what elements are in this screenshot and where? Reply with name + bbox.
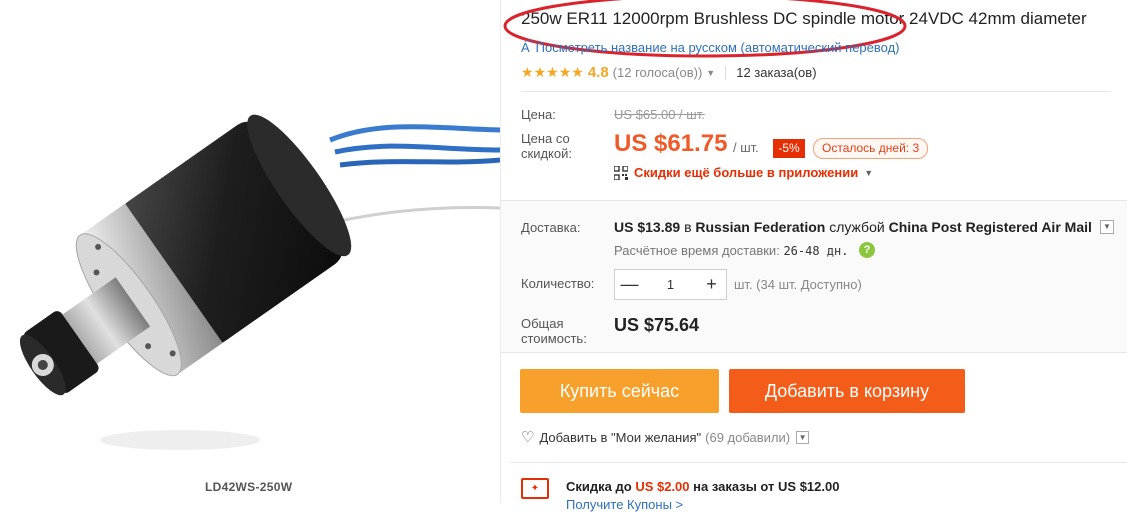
product-title: 250w ER11 12000rpm Brushless DC spindle … bbox=[521, 9, 1087, 28]
divider bbox=[510, 462, 1127, 463]
star-icon: ★ bbox=[521, 64, 534, 80]
divider bbox=[521, 91, 1111, 92]
shipping-dropdown-chevron-icon[interactable]: ▼ bbox=[1100, 220, 1114, 234]
help-icon[interactable]: ? bbox=[859, 242, 875, 258]
quantity-input[interactable]: 1 bbox=[644, 277, 697, 292]
total-price: US $75.64 bbox=[614, 315, 700, 335]
shipping-country: Russian Federation bbox=[695, 219, 826, 235]
price-unit: / шт. bbox=[733, 140, 759, 155]
divider bbox=[500, 352, 1127, 353]
wishlist-count: (69 добавили) bbox=[705, 429, 791, 445]
discount-badge: -5% bbox=[773, 139, 805, 158]
app-discount-text: Скидки ещё больше в приложении bbox=[634, 165, 859, 180]
coupon-icon: ✦ bbox=[521, 478, 549, 499]
shipping-label: Доставка: bbox=[521, 220, 581, 235]
chevron-down-icon[interactable]: ▼ bbox=[706, 68, 715, 78]
add-to-wishlist-link[interactable]: ♡ Добавить в "Мои желания" (69 добавили)… bbox=[521, 428, 810, 446]
days-left-badge: Осталось дней: 3 bbox=[813, 138, 929, 159]
star-icon: ★ bbox=[571, 64, 584, 80]
image-caption: LD42WS-250W bbox=[205, 480, 293, 494]
product-image[interactable] bbox=[0, 0, 500, 503]
price-label: Цена: bbox=[521, 107, 556, 122]
rating-row: ★★★★★ 4.8 (12 голоса(ов)) ▼ 12 заказа(ов… bbox=[521, 64, 817, 81]
shipping-option[interactable]: US $13.89 в Russian Federation службой C… bbox=[614, 219, 1092, 235]
star-icon: ★ bbox=[546, 64, 559, 80]
coupon-amount: US $2.00 bbox=[635, 479, 690, 494]
spindle-motor-illustration bbox=[19, 114, 500, 450]
coupon-prefix: Скидка до bbox=[566, 479, 632, 494]
wishlist-text: Добавить в "Мои желания" bbox=[539, 429, 702, 445]
discount-price: US $61.75 bbox=[614, 130, 728, 157]
add-to-cart-button[interactable]: Добавить в корзину bbox=[729, 369, 965, 413]
buy-now-button[interactable]: Купить сейчас bbox=[520, 369, 719, 413]
original-price: US $65.00 / шт. bbox=[614, 107, 705, 122]
rating-votes-link[interactable]: (12 голоса(ов)) bbox=[613, 65, 703, 80]
shipping-carrier: China Post Registered Air Mail bbox=[888, 219, 1092, 235]
shipping-in-text: в bbox=[684, 219, 692, 235]
rating-value: 4.8 bbox=[587, 64, 609, 81]
app-discount-link[interactable]: Скидки ещё больше в приложении ▼ bbox=[614, 165, 873, 180]
chevron-down-icon: ▼ bbox=[864, 167, 874, 178]
quantity-decrease-button[interactable]: — bbox=[615, 270, 644, 299]
quantity-available: шт. (34 шт. Доступно) bbox=[734, 277, 862, 292]
quantity-label: Количество: bbox=[521, 276, 595, 291]
total-label: Общая стоимость: bbox=[521, 316, 587, 346]
chevron-down-icon[interactable]: ▼ bbox=[796, 430, 810, 444]
rating-stars: ★★★★★ bbox=[521, 64, 584, 81]
shipping-cost: US $13.89 bbox=[614, 219, 681, 235]
shipping-service-text: службой bbox=[829, 219, 885, 235]
separator bbox=[725, 65, 727, 80]
qr-code-icon bbox=[614, 165, 628, 180]
star-icon: ★ bbox=[533, 64, 547, 80]
translate-link-text: Посмотреть название на русском (автомати… bbox=[535, 40, 900, 55]
translate-icon: A͡ bbox=[521, 40, 530, 55]
heart-icon: ♡ bbox=[521, 429, 535, 446]
discount-price-label: Цена со скидкой: bbox=[521, 131, 572, 161]
translate-link[interactable]: A͡ Посмотреть название на русском (автома… bbox=[521, 40, 900, 55]
delivery-estimate-value: 26-48 дн. bbox=[783, 244, 849, 258]
quantity-stepper: — 1 + bbox=[614, 269, 727, 300]
orders-count: 12 заказа(ов) bbox=[736, 65, 817, 80]
coupon-offer: Скидка до US $2.00 на заказы от US $12.0… bbox=[566, 479, 839, 494]
quantity-increase-button[interactable]: + bbox=[697, 270, 726, 299]
delivery-estimate-label: Расчётное время доставки: bbox=[614, 243, 780, 258]
coupon-suffix: на заказы от US $12.00 bbox=[693, 479, 840, 494]
delivery-estimate: Расчётное время доставки: 26-48 дн. bbox=[614, 243, 848, 258]
get-coupons-link[interactable]: Получите Купоны > bbox=[566, 497, 683, 512]
star-icon: ★ bbox=[558, 64, 572, 80]
